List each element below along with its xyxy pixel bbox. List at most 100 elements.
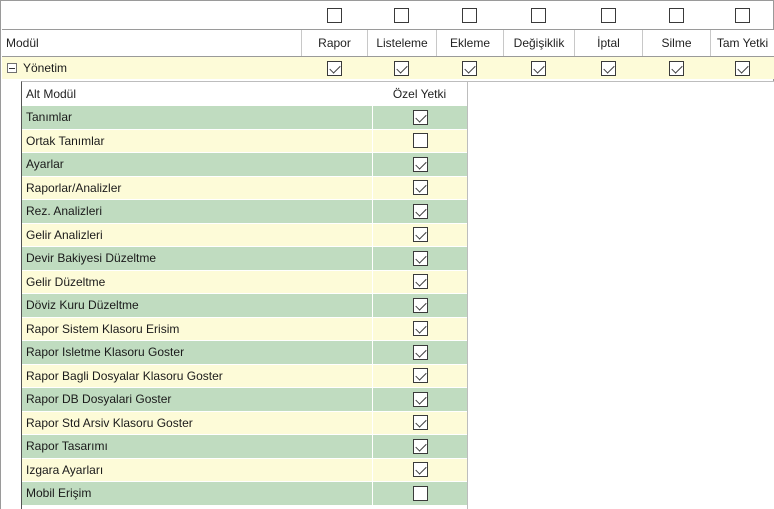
select-all-cell-ekleme bbox=[436, 2, 503, 29]
sub-module-row[interactable]: Rapor Sistem Klasoru Erisim bbox=[22, 317, 468, 341]
sub-module-row[interactable]: Ortak Tanımlar bbox=[22, 129, 468, 153]
module-checkbox-listeleme[interactable] bbox=[394, 60, 409, 76]
select-all-checkbox-silme[interactable] bbox=[668, 8, 684, 23]
select-all-checkbox-iptal[interactable] bbox=[600, 8, 616, 23]
sub-module-row[interactable]: Gelir Analizleri bbox=[22, 223, 468, 247]
sub-module-name: Izgara Ayarları bbox=[22, 458, 372, 481]
ozel-yetki-cell bbox=[372, 435, 467, 458]
permission-grid: Modül Rapor Listeleme Ekleme Değişiklik İpta… bbox=[0, 0, 774, 509]
ozel-yetki-checkbox[interactable] bbox=[412, 203, 428, 219]
ozel-yetki-cell bbox=[372, 247, 467, 270]
sub-module-row[interactable]: Gelir Düzeltme bbox=[22, 270, 468, 294]
sub-module-row[interactable]: Rapor Isletme Klasoru Goster bbox=[22, 341, 468, 365]
module-cell-silme bbox=[642, 57, 710, 79]
column-header-modul[interactable]: Modül bbox=[6, 30, 296, 56]
column-header-listeleme[interactable]: Listeleme bbox=[367, 30, 436, 56]
ozel-yetki-checkbox[interactable] bbox=[412, 368, 428, 384]
select-all-cell-tam_yetki bbox=[710, 2, 774, 29]
module-cell-listeleme bbox=[367, 57, 436, 79]
module-checkbox-degisiklik[interactable] bbox=[531, 60, 546, 76]
sub-module-name: Tanımlar bbox=[22, 106, 372, 129]
select-all-checkbox-tam_yetki[interactable] bbox=[734, 8, 750, 23]
ozel-yetki-checkbox[interactable] bbox=[412, 485, 428, 501]
sub-module-row[interactable]: Döviz Kuru Düzeltme bbox=[22, 294, 468, 318]
select-all-checkbox-degisiklik[interactable] bbox=[531, 8, 546, 23]
select-all-cell-silme bbox=[642, 2, 710, 29]
ozel-yetki-checkbox[interactable] bbox=[412, 321, 428, 337]
select-all-checkbox-rapor[interactable] bbox=[326, 8, 342, 23]
module-checkbox-ekleme[interactable] bbox=[462, 60, 477, 76]
sub-module-name: Rapor Sistem Klasoru Erisim bbox=[22, 317, 372, 340]
module-row[interactable]: Yönetim bbox=[2, 57, 774, 79]
ozel-yetki-checkbox[interactable] bbox=[412, 297, 428, 313]
module-checkbox-tam_yetki[interactable] bbox=[734, 60, 750, 76]
sub-module-name: Rapor Bagli Dosyalar Klasoru Goster bbox=[22, 364, 372, 387]
ozel-yetki-cell bbox=[372, 129, 467, 152]
ozel-yetki-checkbox[interactable] bbox=[412, 227, 428, 243]
ozel-yetki-cell bbox=[372, 153, 467, 176]
sub-module-name: Döviz Kuru Düzeltme bbox=[22, 294, 372, 317]
sub-module-row[interactable]: Devir Bakiyesi Düzeltme bbox=[22, 247, 468, 271]
sub-module-name: Ortak Tanımlar bbox=[22, 129, 372, 152]
module-cell-degisiklik bbox=[503, 57, 574, 79]
column-header-row: Modül Rapor Listeleme Ekleme Değişiklik İpta… bbox=[2, 30, 774, 56]
select-all-cell-rapor bbox=[301, 2, 367, 29]
sub-module-grid: Alt Modül Özel Yetki Tanımlar Ortak Tanım… bbox=[21, 81, 774, 509]
ozel-yetki-checkbox[interactable] bbox=[412, 344, 428, 360]
module-checkbox-iptal[interactable] bbox=[600, 60, 616, 76]
ozel-yetki-cell bbox=[372, 106, 467, 129]
sub-module-row[interactable]: Rapor DB Dosyalari Goster bbox=[22, 388, 468, 412]
ozel-yetki-checkbox[interactable] bbox=[412, 133, 428, 149]
ozel-yetki-checkbox[interactable] bbox=[412, 415, 428, 431]
ozel-yetki-checkbox[interactable] bbox=[412, 274, 428, 290]
sub-module-row[interactable]: Rapor Bagli Dosyalar Klasoru Goster bbox=[22, 364, 468, 388]
sub-module-row[interactable]: Rapor Tasarımı bbox=[22, 435, 468, 459]
select-all-cell-iptal bbox=[574, 2, 642, 29]
sub-module-row[interactable]: Ayarlar bbox=[22, 153, 468, 177]
ozel-yetki-checkbox[interactable] bbox=[412, 391, 428, 407]
sub-module-row[interactable]: Rapor Std Arsiv Klasoru Goster bbox=[22, 411, 468, 435]
module-cell-ekleme bbox=[436, 57, 503, 79]
sub-module-name: Rapor Tasarımı bbox=[22, 435, 372, 458]
ozel-yetki-cell bbox=[372, 317, 467, 340]
module-checkbox-rapor[interactable] bbox=[326, 60, 342, 76]
sub-grid-rows: Tanımlar Ortak Tanımlar Ayarlar Raporlar/An… bbox=[22, 106, 468, 506]
ozel-yetki-cell bbox=[372, 176, 467, 199]
sub-module-row[interactable]: Raporlar/Analizler bbox=[22, 176, 468, 200]
ozel-yetki-checkbox[interactable] bbox=[412, 250, 428, 266]
ozel-yetki-cell bbox=[372, 294, 467, 317]
ozel-yetki-checkbox[interactable] bbox=[412, 156, 428, 172]
column-header-tam_yetki[interactable]: Tam Yetki bbox=[710, 30, 774, 56]
sub-module-row[interactable]: Rez. Analizleri bbox=[22, 200, 468, 224]
column-header-iptal[interactable]: İptal bbox=[574, 30, 642, 56]
ozel-yetki-cell bbox=[372, 388, 467, 411]
column-header-ozel-yetki[interactable]: Özel Yetki bbox=[372, 82, 467, 105]
sub-module-row[interactable]: Mobil Erişim bbox=[22, 482, 468, 506]
ozel-yetki-checkbox[interactable] bbox=[412, 109, 428, 125]
ozel-yetki-checkbox[interactable] bbox=[412, 462, 428, 478]
ozel-yetki-checkbox[interactable] bbox=[412, 180, 428, 196]
column-header-degisiklik[interactable]: Değişiklik bbox=[503, 30, 574, 56]
sub-module-row[interactable]: Tanımlar bbox=[22, 106, 468, 130]
module-cell-rapor bbox=[301, 57, 367, 79]
select-all-checkbox-listeleme[interactable] bbox=[394, 8, 409, 23]
ozel-yetki-cell bbox=[372, 270, 467, 293]
select-all-checkbox-ekleme[interactable] bbox=[462, 8, 477, 23]
collapse-toggle-icon[interactable] bbox=[7, 63, 17, 73]
column-header-silme[interactable]: Silme bbox=[642, 30, 710, 56]
ozel-yetki-cell bbox=[372, 411, 467, 434]
column-header-ekleme[interactable]: Ekleme bbox=[436, 30, 503, 56]
ozel-yetki-checkbox[interactable] bbox=[412, 438, 428, 454]
ozel-yetki-cell bbox=[372, 200, 467, 223]
sub-grid-header: Alt Modül Özel Yetki bbox=[22, 82, 468, 105]
ozel-yetki-cell bbox=[372, 223, 467, 246]
sub-module-row[interactable]: Izgara Ayarları bbox=[22, 458, 468, 482]
sub-module-name: Gelir Analizleri bbox=[22, 223, 372, 246]
grid-divider bbox=[467, 82, 468, 509]
select-all-cell-degisiklik bbox=[503, 2, 574, 29]
select-all-cell-listeleme bbox=[367, 2, 436, 29]
column-header-alt-modul[interactable]: Alt Modül bbox=[26, 82, 366, 105]
module-name: Yönetim bbox=[23, 61, 68, 75]
column-header-rapor[interactable]: Rapor bbox=[301, 30, 367, 56]
module-checkbox-silme[interactable] bbox=[668, 60, 684, 76]
